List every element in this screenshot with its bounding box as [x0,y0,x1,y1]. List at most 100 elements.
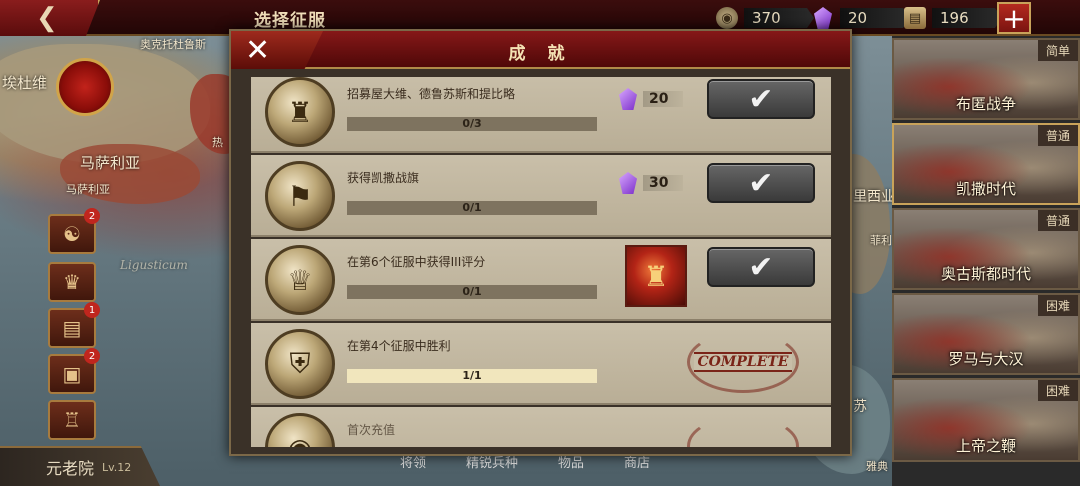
checkmark-icon: ✔ [748,165,774,201]
era-card-caesar[interactable]: 普通凯撒时代 [892,123,1080,205]
page-title: 选择征服 [254,11,326,31]
gem-reward: 20 [619,88,687,110]
film-button[interactable]: ▤ 1 [48,302,100,348]
scroll-counter: ▤ 196 [904,7,1002,29]
difficulty-label: 困难 [1037,380,1078,401]
map-label: Ligusticum [120,258,188,272]
reward-value: 30 [643,175,683,191]
coin-value: 370 [744,8,814,28]
laurel-crown-button[interactable]: ♛ [48,262,96,302]
gem-reward: 30 [619,172,687,194]
reward-value: 20 [643,91,683,107]
achievement-text: 在第4个征服中胜利 [347,339,451,353]
claim-button[interactable]: ✔ [707,163,815,203]
map-label: 雅典 [866,460,888,473]
map-label: 热 [212,136,223,149]
helmet-reward-icon: ♜ [625,245,687,307]
achievement-text: 招募屋大维、德鲁苏斯和提比略 [347,87,516,101]
chest-icon: ▣ [62,362,82,386]
scroll-value: 196 [932,8,1002,28]
shield-medal-icon: ⛨ [265,329,335,399]
claim-button[interactable]: ✔ [707,247,815,287]
faction-emblem[interactable] [56,58,114,116]
helmet-medal-icon: ♜ [265,77,335,147]
progress-bar: 0/1 [347,201,597,215]
complete-stamp: COMPLETE [687,331,799,393]
trophy-button[interactable]: ♖ [48,400,96,440]
checkmark-icon: ✔ [748,249,774,285]
coin-counter: ◉ 370 [716,7,814,29]
map-label: 菲利 [870,234,892,247]
achievement-text: 在第6个征服中获得III评分 [347,255,486,269]
banner-medal-icon: ⚑ [265,161,335,231]
achievement-text: 首次充值 [347,423,396,437]
money-bag-button[interactable]: ☯ 2 [48,208,100,254]
achievement-text: 获得凯撒战旗 [347,171,420,185]
map-label: 奥克托杜鲁斯 [140,38,206,51]
era-name: 上帝之鞭 [955,437,1016,455]
difficulty-label: 普通 [1037,210,1078,231]
progress-text: 0/1 [462,201,482,214]
era-name: 布匿战争 [955,95,1016,113]
gem-icon [619,172,637,194]
notification-badge: 2 [84,208,100,224]
chest-button[interactable]: ▣ 2 [48,348,100,394]
gem-icon [619,88,637,110]
coin-icon: ◉ [716,7,738,29]
difficulty-label: 普通 [1037,125,1078,146]
achievement-row: ◉ 首次充值 [251,407,831,447]
add-resource-button[interactable]: + [997,2,1031,35]
achievement-row: ⛨ 在第4个征服中胜利 1/1 COMPLETE [251,323,831,405]
claim-button[interactable]: ✔ [707,79,815,119]
era-card-augustus[interactable]: 普通奥古斯都时代 [892,208,1080,290]
gem-value: 20 [840,8,910,28]
progress-bar: 0/1 [347,285,597,299]
achievement-list[interactable]: ♜ 招募屋大维、德鲁苏斯和提比略 0/3 20 ✔ ⚑ 获得凯撒战旗 0/1 3… [251,77,831,447]
era-card-rome-han[interactable]: 困难罗马与大汉 [892,293,1080,375]
progress-text: 0/3 [462,117,482,130]
map-label: 马萨利亚 [80,154,141,172]
notification-badge: 1 [84,302,100,318]
dialog-header: ✕ 成 就 [231,31,850,69]
map-label: 埃杜维 [2,74,48,92]
era-name: 奥古斯都时代 [940,265,1031,283]
back-button[interactable]: ❮ [0,0,100,36]
screen: 埃杜维 奥克托杜鲁斯 马萨利亚 马萨利亚 热 里西业 菲利 苏 雅典 Ligus… [0,0,1080,486]
achievements-dialog: ✕ 成 就 ♜ 招募屋大维、德鲁苏斯和提比略 0/3 20 ✔ ⚑ 获得凯撒战旗… [229,29,852,456]
scroll-icon: ▤ [904,7,926,29]
senate-button[interactable]: 元老院 Lv.12 [0,446,160,486]
gem-counter: 20 [812,7,910,29]
difficulty-label: 困难 [1037,295,1078,316]
progress-bar: 1/1 [347,369,597,383]
achievement-row: ♕ 在第6个征服中获得III评分 0/1 ♜ ✔ [251,239,831,321]
coins-medal-icon: ◉ [265,413,335,447]
eagle-medal-icon: ♕ [265,245,335,315]
back-arrow-icon: ❮ [36,3,58,33]
map-label: 苏 [853,399,867,415]
complete-label: COMPLETE [693,352,793,372]
achievement-row: ♜ 招募屋大维、德鲁苏斯和提比略 0/3 20 ✔ [251,77,831,153]
notification-badge: 2 [84,348,100,364]
era-name: 凯撒时代 [955,180,1016,198]
complete-stamp [687,415,799,447]
senate-level: Lv.12 [102,460,132,474]
progress-bar: 0/3 [347,117,597,131]
era-name: 罗马与大汉 [948,350,1024,368]
map-label: 里西业 [853,189,895,205]
dialog-title: 成 就 [508,44,573,64]
achievement-row: ⚑ 获得凯撒战旗 0/1 30 ✔ [251,155,831,237]
gem-icon [812,7,834,29]
era-card-scourge-of-god[interactable]: 困难上帝之鞭 [892,378,1080,462]
film-icon: ▤ [62,316,82,340]
laurel-crown-icon: ♛ [63,270,81,294]
laurel-wreath-icon [687,415,799,447]
difficulty-label: 简单 [1037,40,1078,61]
checkmark-icon: ✔ [748,81,774,117]
progress-text: 0/1 [462,285,482,298]
era-card-punic-wars[interactable]: 简单布匿战争 [892,38,1080,120]
senate-label: 元老院 [46,459,95,478]
money-bag-icon: ☯ [63,222,81,246]
trophy-icon: ♖ [63,408,81,432]
map-label: 马萨利亚 [66,183,110,196]
progress-text: 1/1 [462,369,482,382]
